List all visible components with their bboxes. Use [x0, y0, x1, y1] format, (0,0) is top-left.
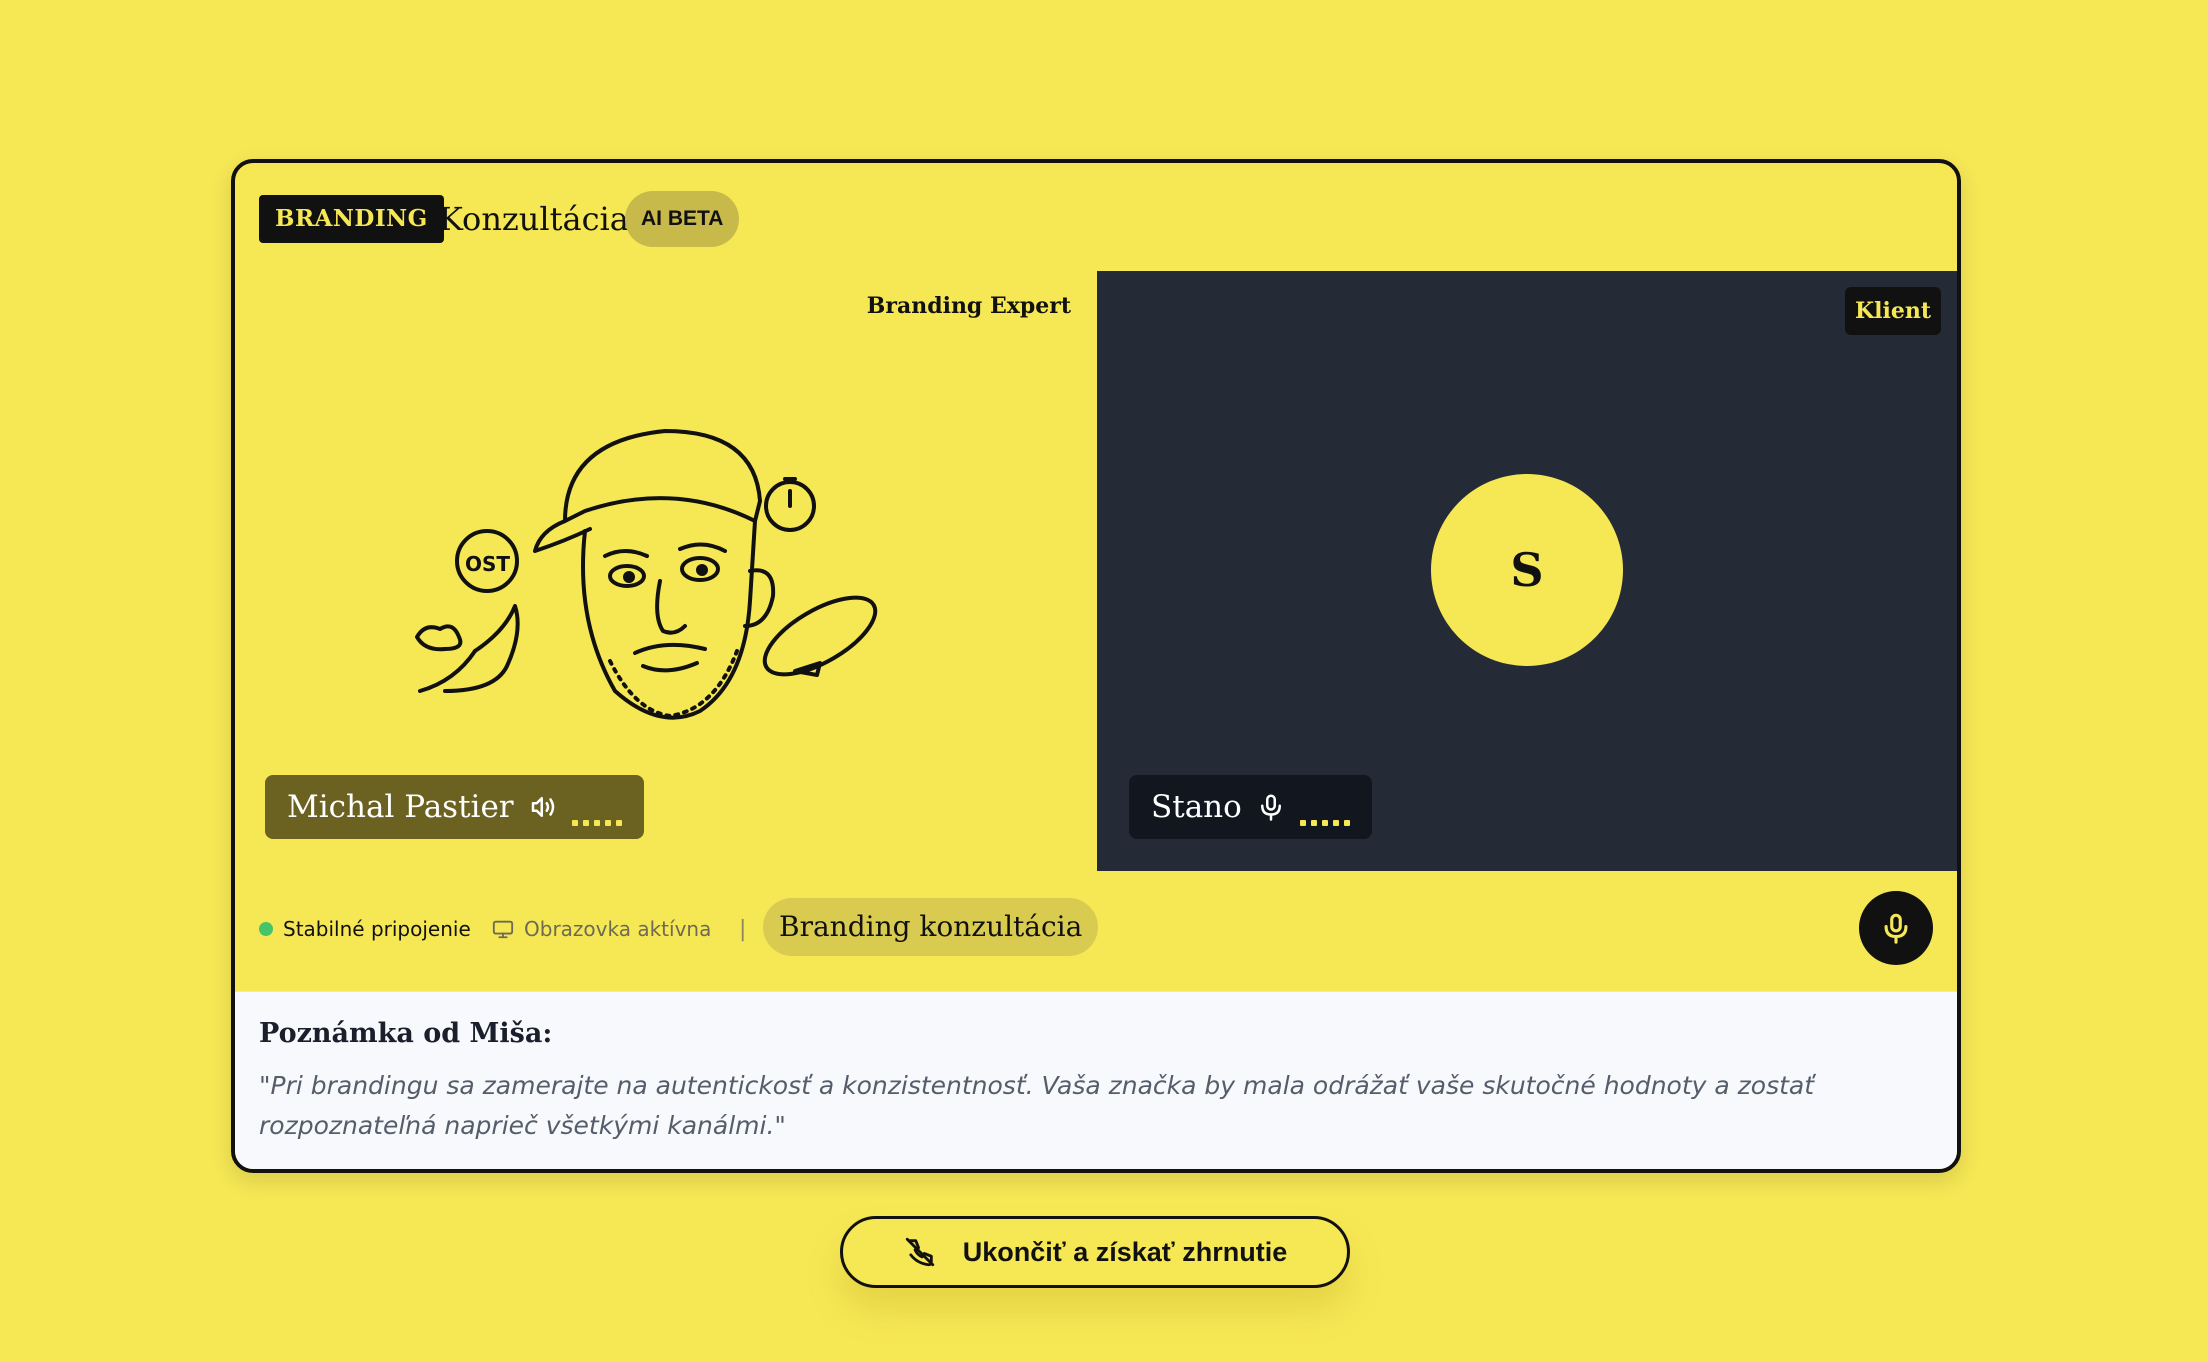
- client-video-tile: Klient S Stano: [1097, 271, 1957, 871]
- expert-video-tile: Branding Expert OST Michal Pastier: [235, 271, 1095, 871]
- end-call-button[interactable]: Ukončiť a získať zhrnutie: [840, 1216, 1350, 1288]
- page-title: Konzultácia: [439, 200, 629, 238]
- expert-illustration: OST: [415, 429, 878, 720]
- note-text: "Pri brandingu sa zamerajte na autentick…: [259, 1071, 1815, 1140]
- audio-level-indicator: [571, 788, 622, 826]
- session-label: Branding konzultácia: [763, 898, 1099, 956]
- status-bar: Stabilné pripojenie Obrazovka aktívna | …: [235, 871, 1957, 995]
- end-call-label: Ukončiť a získať zhrnutie: [962, 1236, 1288, 1267]
- client-name: Stano: [1151, 789, 1242, 825]
- connection-dot: [259, 922, 273, 936]
- connection-label: Stabilné pripojenie: [283, 917, 471, 941]
- expert-name-tag: Michal Pastier: [265, 775, 644, 839]
- monitor-icon: [492, 920, 514, 939]
- microphone-button[interactable]: [1859, 891, 1933, 965]
- screen-status: Obrazovka aktívna: [492, 917, 711, 941]
- client-avatar: S: [1431, 474, 1623, 666]
- sticker-text: OST: [465, 552, 510, 576]
- speaker-icon: [531, 797, 554, 817]
- screen-label: Obrazovka aktívna: [524, 917, 712, 941]
- expert-name: Michal Pastier: [287, 789, 514, 825]
- client-name-tag: Stano: [1129, 775, 1372, 839]
- ai-beta-badge: AI BETA: [625, 191, 740, 247]
- expert-note: Poznámka od Miša: "Pri brandingu sa zame…: [235, 991, 1957, 1169]
- branding-badge: BRANDING: [259, 195, 444, 243]
- microphone-icon: [1260, 794, 1281, 821]
- client-role-label: Klient: [1845, 287, 1941, 335]
- microphone-icon: [1884, 913, 1908, 944]
- audio-level-indicator: [1299, 788, 1350, 826]
- card-header: BRANDING Konzultácia AI BETA: [235, 163, 1957, 271]
- expert-role-label: Branding Expert: [866, 293, 1071, 319]
- connection-status: Stabilné pripojenie: [259, 917, 471, 941]
- status-separator: |: [739, 917, 747, 942]
- consultation-card: BRANDING Konzultácia AI BETA Branding Ex…: [231, 159, 1961, 1173]
- note-title: Poznámka od Miša:: [259, 1018, 553, 1049]
- phone-off-icon: [905, 1237, 934, 1267]
